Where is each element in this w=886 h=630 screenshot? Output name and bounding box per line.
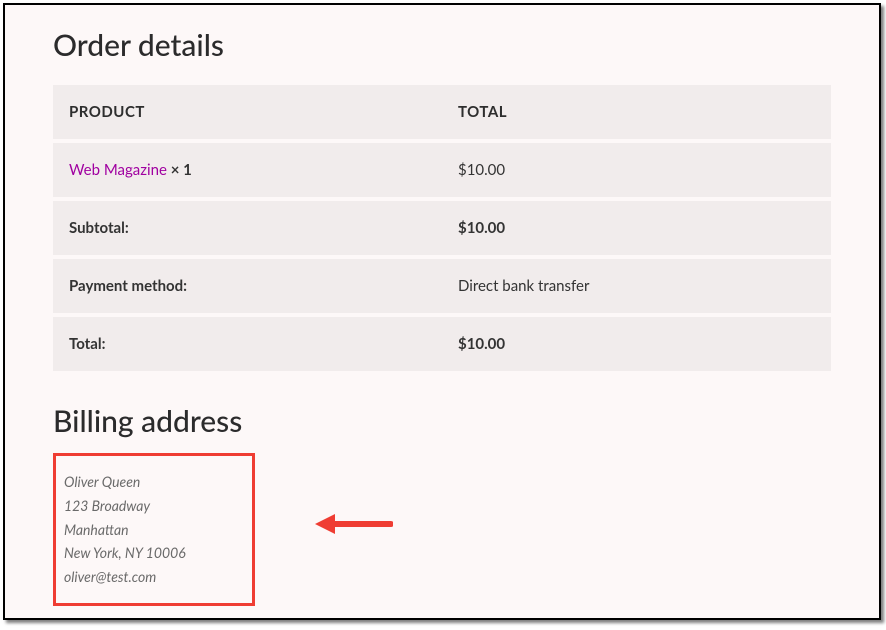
order-details-card: Order details PRODUCT TOTAL Web Magazine… <box>3 3 881 620</box>
billing-address-wrapper: Oliver Queen 123 Broadway Manhattan New … <box>53 453 831 606</box>
billing-city-state-zip: New York, NY 10006 <box>64 541 242 565</box>
order-details-heading: Order details <box>53 27 831 63</box>
total-label: Total: <box>53 315 442 373</box>
total-row: Total: $10.00 <box>53 315 831 373</box>
order-item-total: $10.00 <box>442 141 831 199</box>
billing-email: oliver@test.com <box>64 565 242 589</box>
subtotal-row: Subtotal: $10.00 <box>53 199 831 257</box>
product-link[interactable]: Web Magazine <box>69 161 167 179</box>
billing-street: 123 Broadway <box>64 494 242 518</box>
billing-address-heading: Billing address <box>53 403 831 439</box>
total-value: $10.00 <box>442 315 831 373</box>
product-quantity: × 1 <box>171 161 192 179</box>
payment-method-value: Direct bank transfer <box>442 257 831 315</box>
billing-address-box: Oliver Queen 123 Broadway Manhattan New … <box>53 453 255 606</box>
payment-method-label: Payment method: <box>53 257 442 315</box>
subtotal-label: Subtotal: <box>53 199 442 257</box>
order-item-row: Web Magazine × 1 $10.00 <box>53 141 831 199</box>
subtotal-value: $10.00 <box>442 199 831 257</box>
order-details-table: PRODUCT TOTAL Web Magazine × 1 $10.00 Su… <box>53 85 831 375</box>
col-header-product: PRODUCT <box>53 85 442 141</box>
billing-name: Oliver Queen <box>64 470 242 494</box>
billing-district: Manhattan <box>64 518 242 542</box>
col-header-total: TOTAL <box>442 85 831 141</box>
payment-method-row: Payment method: Direct bank transfer <box>53 257 831 315</box>
annotation-arrow-icon <box>313 511 393 537</box>
order-item-cell: Web Magazine × 1 <box>53 141 442 199</box>
